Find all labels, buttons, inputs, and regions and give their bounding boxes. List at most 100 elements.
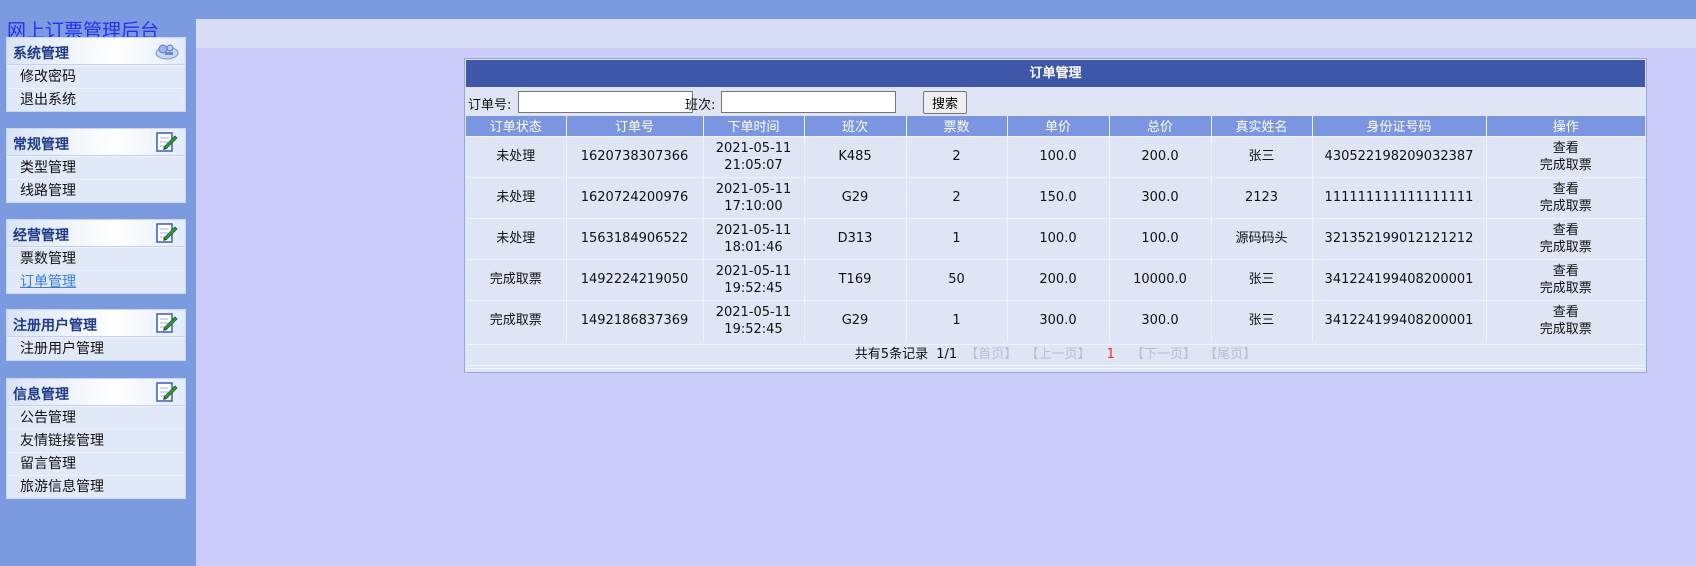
- sidebar-item[interactable]: 线路管理: [7, 179, 185, 202]
- pager-total: 共有5条记录: [854, 347, 929, 362]
- cell-id-no: 341224199408200001: [1312, 299, 1487, 341]
- cell-id-no: 430522198209032387: [1312, 135, 1487, 177]
- table-header-row: 订单状态 订单号 下单时间 班次 票数 单价 总价 真实姓名 身份证号码 操作: [466, 116, 1645, 136]
- train-input[interactable]: [721, 91, 896, 113]
- main-area: 订单管理 订单号: 班次: 搜索 订单状态 订单号 下单时间 班次 票数 单价 总价 真实姓名…: [196, 19, 1696, 566]
- search-button[interactable]: 搜索: [923, 91, 967, 114]
- cell-train: T169: [804, 258, 907, 300]
- complete-pickup-link[interactable]: 完成取票: [1487, 157, 1646, 174]
- view-link[interactable]: 查看: [1487, 140, 1646, 157]
- panel-title: 订单管理: [466, 60, 1645, 87]
- menu-group-header[interactable]: 系统管理: [7, 38, 185, 65]
- tools-icon: [153, 40, 179, 62]
- sidebar-item[interactable]: 类型管理: [7, 156, 185, 179]
- order-time: 19:52:45: [724, 321, 783, 337]
- cell-name: 张三: [1211, 299, 1313, 341]
- order-date: 2021-05-11: [715, 304, 792, 320]
- cell-train: G29: [804, 299, 907, 341]
- cell-order-no: 1492186837369: [566, 299, 704, 341]
- cell-status: 完成取票: [466, 258, 567, 300]
- view-link[interactable]: 查看: [1487, 222, 1646, 239]
- menu-group-header[interactable]: 经营管理: [7, 220, 185, 247]
- menu-group-header[interactable]: 常规管理: [7, 129, 185, 156]
- cell-order-no: 1620738307366: [566, 135, 704, 177]
- menu-group-title: 经营管理: [13, 228, 69, 244]
- sidebar-item[interactable]: 公告管理: [7, 406, 185, 429]
- sidebar: 网上订票管理后台 系统管理 修改密码 退出系统 常规管理 类型管理 线路管理 经营管理 票数管…: [0, 0, 196, 566]
- edit-icon: [153, 381, 179, 403]
- cell-tickets: 2: [906, 176, 1008, 218]
- cell-tickets: 1: [906, 299, 1008, 341]
- order-time: 17:10:00: [724, 198, 783, 214]
- sidebar-item[interactable]: 退出系统: [7, 88, 185, 111]
- table-row: 未处理 1620724200976 2021-05-11 17:10:00 G29 2 15…: [466, 176, 1646, 218]
- cell-unit-price: 300.0: [1007, 299, 1110, 341]
- edit-icon: [153, 222, 179, 244]
- sidebar-item[interactable]: 注册用户管理: [7, 337, 185, 360]
- cell-status: 未处理: [466, 176, 567, 218]
- cell-actions: 查看 完成取票: [1486, 299, 1646, 341]
- cell-order-time: 2021-05-11 17:10:00: [703, 176, 805, 218]
- view-link[interactable]: 查看: [1487, 263, 1646, 280]
- pager-prev[interactable]: 【上一页】: [1025, 347, 1090, 362]
- cell-unit-price: 100.0: [1007, 217, 1110, 259]
- view-link[interactable]: 查看: [1487, 304, 1646, 321]
- complete-pickup-link[interactable]: 完成取票: [1487, 198, 1646, 215]
- column-header: 身份证号码: [1312, 116, 1487, 136]
- column-header: 订单号: [566, 116, 704, 136]
- pager-first[interactable]: 【首页】: [965, 347, 1017, 362]
- cell-name: 张三: [1211, 135, 1313, 177]
- cell-total: 100.0: [1109, 217, 1212, 259]
- table-row: 未处理 1563184906522 2021-05-11 18:01:46 D313 1 1…: [466, 217, 1646, 259]
- sidebar-item[interactable]: 友情链接管理: [7, 429, 185, 452]
- sidebar-item[interactable]: 旅游信息管理: [7, 475, 185, 498]
- column-header: 总价: [1109, 116, 1212, 136]
- view-link[interactable]: 查看: [1487, 181, 1646, 198]
- cell-order-no: 1563184906522: [566, 217, 704, 259]
- cell-name: 源码码头: [1211, 217, 1313, 259]
- complete-pickup-link[interactable]: 完成取票: [1487, 239, 1646, 256]
- edit-icon: [153, 131, 179, 153]
- complete-pickup-link[interactable]: 完成取票: [1487, 280, 1646, 297]
- sidebar-item[interactable]: 留言管理: [7, 452, 185, 475]
- cell-train: G29: [804, 176, 907, 218]
- complete-pickup-link[interactable]: 完成取票: [1487, 321, 1646, 338]
- sidebar-item[interactable]: 修改密码: [7, 65, 185, 88]
- order-date: 2021-05-11: [715, 181, 792, 197]
- menu-group-header[interactable]: 信息管理: [7, 379, 185, 406]
- pager-next[interactable]: 【下一页】: [1131, 347, 1196, 362]
- cell-id-no: 341224199408200001: [1312, 258, 1487, 300]
- menu-group-title: 注册用户管理: [13, 318, 97, 334]
- edit-icon: [153, 312, 179, 334]
- table-row: 完成取票 1492224219050 2021-05-11 19:52:45 T169 5…: [466, 258, 1646, 300]
- order-time: 19:52:45: [724, 280, 783, 296]
- cell-order-no: 1620724200976: [566, 176, 704, 218]
- cell-total: 300.0: [1109, 176, 1212, 218]
- cell-order-time: 2021-05-11 18:01:46: [703, 217, 805, 259]
- cell-total: 10000.0: [1109, 258, 1212, 300]
- column-header: 真实姓名: [1211, 116, 1313, 136]
- pager: 共有5条记录 1/1 【首页】 【上一页】 1 【下一页】 【尾页】: [466, 344, 1645, 364]
- cell-status: 未处理: [466, 135, 567, 177]
- cell-actions: 查看 完成取票: [1486, 176, 1646, 218]
- order-panel: 订单管理 订单号: 班次: 搜索 订单状态 订单号 下单时间 班次 票数 单价 总价 真实姓名…: [464, 58, 1647, 373]
- cell-order-no: 1492224219050: [566, 258, 704, 300]
- sidebar-item[interactable]: 票数管理: [7, 247, 185, 270]
- cell-name: 2123: [1211, 176, 1313, 218]
- main-topbar: [196, 19, 1696, 48]
- cell-train: D313: [804, 217, 907, 259]
- pager-last[interactable]: 【尾页】: [1204, 347, 1256, 362]
- order-date: 2021-05-11: [715, 263, 792, 279]
- menu-group-header[interactable]: 注册用户管理: [7, 310, 185, 337]
- cell-unit-price: 200.0: [1007, 258, 1110, 300]
- table-row: 未处理 1620738307366 2021-05-11 21:05:07 K485 2 1…: [466, 135, 1646, 177]
- top-band: [0, 0, 1696, 19]
- cell-order-time: 2021-05-11 19:52:45: [703, 299, 805, 341]
- pager-current[interactable]: 1: [1107, 347, 1115, 362]
- column-header: 单价: [1007, 116, 1110, 136]
- cell-unit-price: 100.0: [1007, 135, 1110, 177]
- sidebar-item[interactable]: 订单管理: [7, 270, 185, 293]
- menu-group: 信息管理 公告管理 友情链接管理 留言管理 旅游信息管理: [6, 378, 186, 499]
- order-no-input[interactable]: [518, 91, 693, 113]
- column-header: 票数: [906, 116, 1008, 136]
